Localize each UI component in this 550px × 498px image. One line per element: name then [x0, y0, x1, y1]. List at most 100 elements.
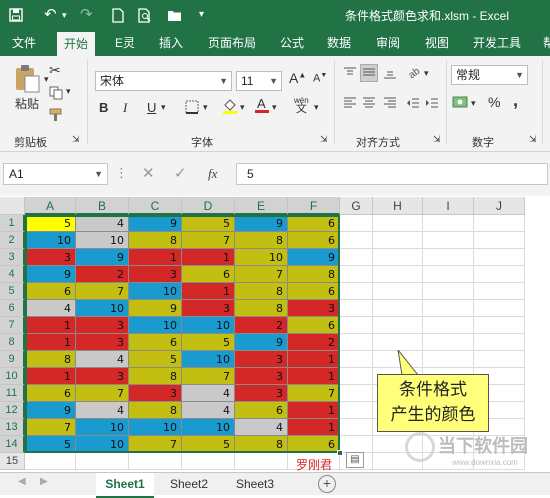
sheet-tab-sheet2[interactable]: Sheet2 [160, 473, 218, 496]
customize-toolbar-icon[interactable]: ▾ [199, 5, 204, 25]
empty-cell[interactable] [474, 351, 525, 368]
font-name-select[interactable]: 宋体 ▼ [95, 71, 232, 91]
row-header-5[interactable]: 5 [0, 283, 25, 300]
column-header-d[interactable]: D [182, 197, 235, 215]
undo-dropdown-icon[interactable]: ▾ [62, 5, 67, 25]
cell-c3[interactable]: 1 [129, 249, 182, 266]
comma-style-button[interactable]: , [513, 90, 518, 111]
empty-cell[interactable] [423, 351, 474, 368]
empty-cell[interactable] [423, 283, 474, 300]
align-right-icon[interactable] [383, 96, 397, 113]
underline-button[interactable]: U [147, 100, 156, 115]
cell-a1[interactable]: 5 [25, 215, 76, 232]
print-preview-icon[interactable] [138, 5, 152, 29]
empty-cell[interactable] [235, 453, 288, 470]
cell-e14[interactable]: 8 [235, 436, 288, 453]
empty-cell[interactable] [340, 266, 373, 283]
empty-cell[interactable] [182, 453, 235, 470]
open-folder-icon[interactable] [167, 5, 183, 28]
cell-a12[interactable]: 9 [25, 402, 76, 419]
cell-d3[interactable]: 1 [182, 249, 235, 266]
cell-c4[interactable]: 3 [129, 266, 182, 283]
cell-a5[interactable]: 6 [25, 283, 76, 300]
cell-c14[interactable]: 7 [129, 436, 182, 453]
cell-b13[interactable]: 10 [76, 419, 129, 436]
column-header-e[interactable]: E [235, 197, 288, 215]
empty-cell[interactable] [340, 232, 373, 249]
currency-dropdown-icon[interactable]: ▾ [471, 98, 476, 109]
cell-a4[interactable]: 9 [25, 266, 76, 283]
cell-e3[interactable]: 10 [235, 249, 288, 266]
cell-a3[interactable]: 3 [25, 249, 76, 266]
cell-e2[interactable]: 8 [235, 232, 288, 249]
empty-cell[interactable] [340, 300, 373, 317]
empty-cell[interactable] [25, 453, 76, 470]
empty-cell[interactable] [423, 300, 474, 317]
font-color-dropdown-icon[interactable]: ▾ [272, 102, 277, 113]
cell-d10[interactable]: 7 [182, 368, 235, 385]
empty-cell[interactable] [340, 385, 373, 402]
empty-cell[interactable] [474, 266, 525, 283]
cell-c5[interactable]: 10 [129, 283, 182, 300]
cell-b6[interactable]: 10 [76, 300, 129, 317]
tab-developer[interactable]: 开发工具 [473, 30, 521, 56]
tab-insert[interactable]: 插入 [159, 30, 183, 56]
formula-input[interactable]: 5 [236, 163, 548, 185]
phonetic-guide-button[interactable]: wén 文 [294, 96, 309, 115]
align-top-icon[interactable] [343, 66, 357, 83]
empty-cell[interactable] [474, 232, 525, 249]
select-all-corner[interactable] [0, 197, 25, 215]
cell-d9[interactable]: 10 [182, 351, 235, 368]
empty-cell[interactable] [340, 249, 373, 266]
font-launcher-icon[interactable]: ⇲ [320, 134, 328, 145]
font-size-select[interactable]: 11 ▼ [236, 71, 282, 91]
alignment-launcher-icon[interactable]: ⇲ [433, 134, 441, 145]
align-middle-icon[interactable] [360, 64, 378, 82]
cell-f7[interactable]: 6 [288, 317, 340, 334]
paste-dropdown-icon[interactable]: ▾ [44, 74, 49, 85]
cell-b5[interactable]: 7 [76, 283, 129, 300]
cell-f1[interactable]: 6 [288, 215, 340, 232]
insert-function-button[interactable]: fx [208, 166, 217, 182]
cell-d6[interactable]: 3 [182, 300, 235, 317]
empty-cell[interactable] [340, 215, 373, 232]
empty-cell[interactable] [340, 419, 373, 436]
cell-f14[interactable]: 6 [288, 436, 340, 453]
tab-formulas[interactable]: 公式 [280, 30, 304, 56]
paste-button[interactable]: 粘贴 [12, 64, 42, 112]
tab-help[interactable]: 帮 [543, 30, 550, 56]
cell-c1[interactable]: 9 [129, 215, 182, 232]
column-header-f[interactable]: F [288, 197, 340, 215]
cell-c12[interactable]: 8 [129, 402, 182, 419]
cell-f4[interactable]: 8 [288, 266, 340, 283]
cell-b3[interactable]: 9 [76, 249, 129, 266]
percent-button[interactable]: % [488, 94, 500, 110]
empty-cell[interactable] [340, 317, 373, 334]
row-header-12[interactable]: 12 [0, 402, 25, 419]
cell-c8[interactable]: 6 [129, 334, 182, 351]
cell-b1[interactable]: 4 [76, 215, 129, 232]
cell-e1[interactable]: 9 [235, 215, 288, 232]
cell-b7[interactable]: 3 [76, 317, 129, 334]
quick-analysis-icon[interactable]: ▤ [346, 452, 364, 468]
undo-icon[interactable]: ↶ [44, 5, 57, 25]
empty-cell[interactable] [474, 283, 525, 300]
cell-c9[interactable]: 5 [129, 351, 182, 368]
empty-cell[interactable] [340, 334, 373, 351]
empty-cell[interactable] [76, 453, 129, 470]
cell-b14[interactable]: 10 [76, 436, 129, 453]
cell-a9[interactable]: 8 [25, 351, 76, 368]
underline-dropdown-icon[interactable]: ▾ [161, 102, 166, 113]
align-center-icon[interactable] [362, 96, 376, 113]
column-header-c[interactable]: C [129, 197, 182, 215]
fill-color-dropdown-icon[interactable]: ▾ [240, 102, 245, 113]
empty-cell[interactable] [474, 317, 525, 334]
empty-cell[interactable] [340, 368, 373, 385]
borders-dropdown-icon[interactable]: ▾ [203, 102, 208, 113]
cell-d13[interactable]: 10 [182, 419, 235, 436]
enter-icon[interactable]: ✓ [174, 164, 187, 182]
chevron-down-icon[interactable]: ▼ [94, 164, 103, 184]
cell-b9[interactable]: 4 [76, 351, 129, 368]
tab-eling[interactable]: E灵 [115, 30, 135, 56]
empty-cell[interactable] [373, 215, 423, 232]
